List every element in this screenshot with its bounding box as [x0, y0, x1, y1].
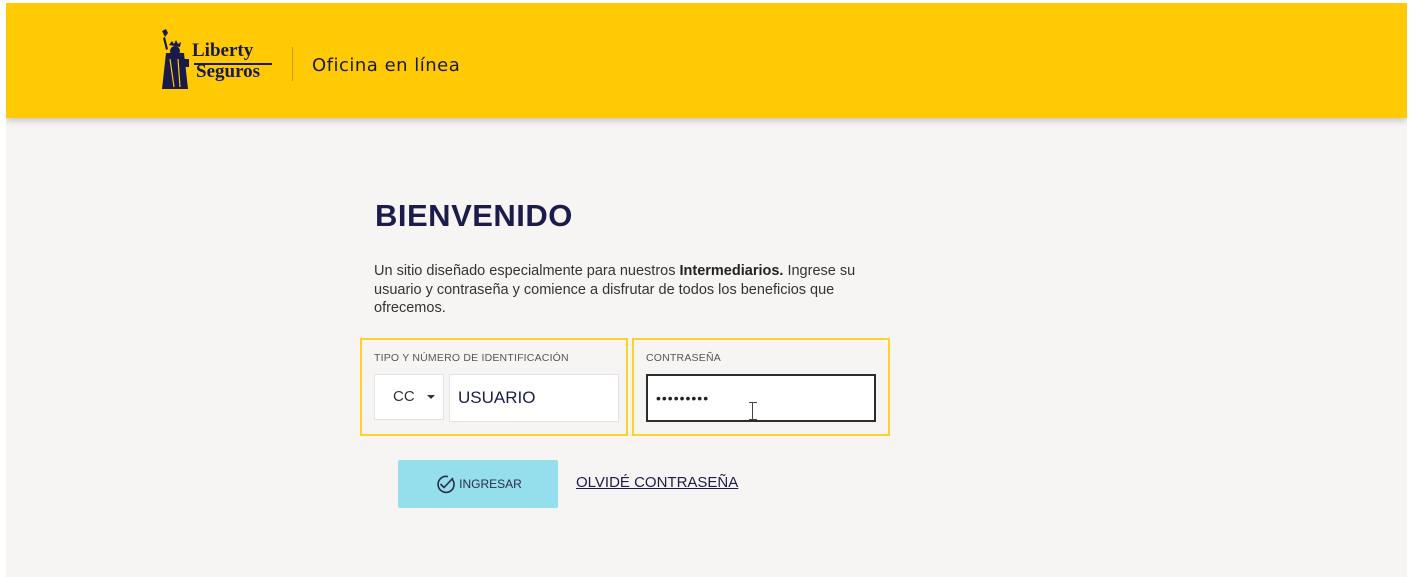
- id-field-group: TIPO Y NÚMERO DE IDENTIFICACIÓN CC: [360, 338, 628, 436]
- statue-of-liberty-icon: [162, 29, 189, 89]
- login-button[interactable]: INGRESAR: [398, 460, 558, 508]
- check-circle-icon: [437, 475, 455, 494]
- password-input[interactable]: [646, 374, 876, 422]
- header-bar: Liberty Seguros Oficina en línea: [6, 3, 1407, 118]
- logo-wordmark: Liberty Seguros: [192, 41, 260, 81]
- password-field-group: CONTRASEÑA: [632, 338, 890, 436]
- page-title: BIENVENIDO: [375, 198, 573, 233]
- liberty-seguros-logo[interactable]: Liberty Seguros: [156, 29, 278, 93]
- caret-down-icon: [427, 395, 435, 399]
- text-cursor-icon: [748, 402, 758, 420]
- logo-underline: [194, 63, 272, 65]
- intro-text-bold: Intermediarios.: [679, 263, 784, 279]
- forgot-password-link[interactable]: OLVIDÉ CONTRASEÑA: [576, 474, 738, 491]
- intro-text-part1: Un sitio diseñado especialmente para nue…: [374, 263, 680, 279]
- password-field-label: CONTRASEÑA: [646, 352, 721, 364]
- app-frame: Liberty Seguros Oficina en línea BIENVEN…: [6, 3, 1407, 577]
- office-title: Oficina en línea: [312, 55, 461, 76]
- intro-text: Un sitio diseñado especialmente para nue…: [374, 262, 904, 318]
- id-type-select[interactable]: CC: [374, 374, 444, 420]
- header-divider: [292, 47, 293, 81]
- logo-line1: Liberty: [192, 40, 254, 61]
- username-input[interactable]: [449, 374, 619, 422]
- login-button-label: INGRESAR: [459, 477, 522, 491]
- id-type-value: CC: [393, 388, 415, 405]
- id-field-label: TIPO Y NÚMERO DE IDENTIFICACIÓN: [374, 352, 569, 364]
